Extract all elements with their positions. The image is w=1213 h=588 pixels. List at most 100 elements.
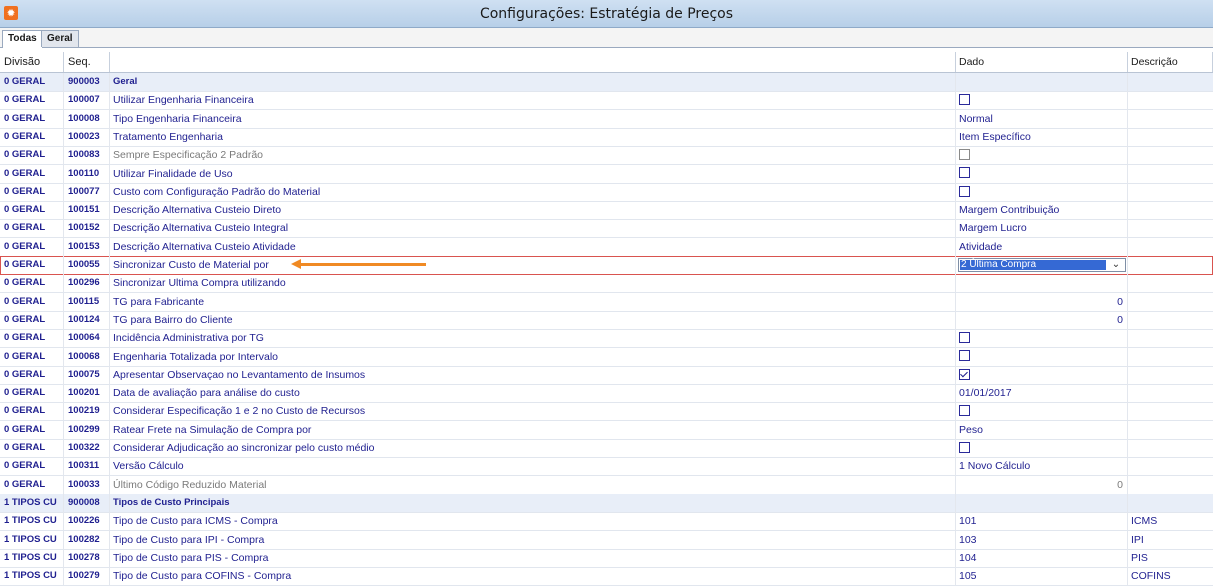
dado-cell[interactable]: Atividade	[956, 237, 1128, 256]
table-row[interactable]: 0 GERAL 100151 Descrição Alternativa Custe…	[0, 201, 1213, 221]
divisao-cell: 0 GERAL	[0, 457, 64, 476]
table-row[interactable]: 0 GERAL 100296 Sincronizar Ultima Compra u…	[0, 274, 1213, 294]
dado-cell[interactable]: 01/01/2017	[956, 384, 1128, 403]
group-row[interactable]: 0 GERAL 900003 Geral	[0, 73, 1213, 92]
descricao-cell: Sincronizar Custo de Material por	[110, 256, 956, 274]
descricao-cell: Descrição Alternativa Custeio Atividade	[110, 237, 956, 256]
seq-cell: 100153	[64, 237, 110, 256]
table-row[interactable]: 0 GERAL 100322 Considerar Adjudicação ao s…	[0, 439, 1213, 458]
divisao-cell: 0 GERAL	[0, 439, 64, 457]
sync-cost-dropdown[interactable]: 2 Última Compra ⌄	[958, 258, 1126, 272]
dado-cell[interactable]: Peso	[956, 420, 1128, 439]
dado-cell[interactable]: 1 Novo Cálculo	[956, 457, 1128, 476]
dado-cell[interactable]: Margem Contribuição	[956, 201, 1128, 220]
descricao-2-cell: ICMS	[1131, 515, 1158, 528]
divisao-cell: 0 GERAL	[0, 91, 64, 110]
checkbox[interactable]	[959, 405, 970, 417]
table-row[interactable]: 0 GERAL 100075 Apresentar Observaçao no Le…	[0, 365, 1213, 385]
table-row[interactable]: 0 GERAL 100008 Tipo Engenharia Financeira N…	[0, 109, 1213, 129]
descricao-2-cell	[1128, 91, 1213, 109]
dado-cell[interactable]	[956, 274, 1128, 293]
dado-cell[interactable]: Margem Lucro	[956, 219, 1128, 238]
table-row[interactable]: 0 GERAL 100124 TG para Bairro do Cliente 0	[0, 310, 1213, 330]
table-row[interactable]: 0 GERAL 100007 Utilizar Engenharia Finance…	[0, 91, 1213, 111]
checkbox[interactable]	[959, 441, 970, 453]
dado-cell[interactable]: 104	[956, 548, 1128, 567]
table-row[interactable]: 0 GERAL 100311 Versão Cálculo 1 Novo Cálcul…	[0, 457, 1213, 477]
dado-cell[interactable]	[956, 91, 1128, 110]
divisao-cell: 0 GERAL	[0, 201, 64, 220]
checkbox[interactable]	[959, 167, 970, 179]
descricao-cell: Data de avaliação para análise do custo	[110, 384, 956, 403]
dado-cell[interactable]	[956, 347, 1128, 366]
dado-cell[interactable]	[956, 402, 1128, 421]
table-row[interactable]: 0 GERAL 100201 Data de avaliação para anál…	[0, 384, 1213, 404]
divisao-cell: 0 GERAL	[0, 109, 64, 128]
table-row[interactable]: 0 GERAL 100023 Tratamento Engenharia Item E…	[0, 127, 1213, 147]
checkbox[interactable]	[959, 331, 970, 343]
dado-cell[interactable]: Item Específico	[956, 127, 1128, 146]
seq-cell: 100110	[64, 164, 110, 183]
tab-geral[interactable]: Geral	[41, 30, 79, 47]
column-header-dado[interactable]: Dado	[956, 52, 1128, 72]
table-row[interactable]: 0 GERAL 100153 Descrição Alternativa Custe…	[0, 237, 1213, 257]
table-row[interactable]: 1 TIPOS CU 100278 Tipo de Custo para PIS -…	[0, 548, 1213, 568]
descricao-2-cell	[1128, 457, 1213, 475]
descricao-2-cell	[1128, 183, 1213, 201]
dado-cell[interactable]: 105	[956, 567, 1128, 586]
column-header-descricao[interactable]	[110, 52, 956, 72]
group-row[interactable]: 1 TIPOS CU 900008 Tipos de Custo Principai…	[0, 493, 1213, 513]
seq-cell: 900008	[64, 493, 110, 512]
table-row[interactable]: 0 GERAL 100110 Utilizar Finalidade de Uso	[0, 164, 1213, 184]
table-row[interactable]: 0 GERAL 100033 Último Código Reduzido Mate…	[0, 475, 1213, 495]
descricao-cell: Tipo de Custo para ICMS - Compra	[110, 512, 956, 531]
checkbox[interactable]	[959, 350, 970, 362]
descricao-cell: Apresentar Observaçao no Levantamento de…	[110, 365, 956, 384]
dado-cell[interactable]: 0	[956, 310, 1128, 329]
dado-cell[interactable]: 101	[956, 512, 1128, 531]
checkbox-checked[interactable]	[959, 368, 970, 380]
dado-cell[interactable]	[956, 365, 1128, 384]
dado-cell[interactable]	[956, 182, 1128, 201]
seq-cell: 100023	[64, 127, 110, 146]
chevron-down-icon[interactable]: ⌄	[1108, 259, 1124, 271]
table-row[interactable]: 0 GERAL 100152 Descrição Alternativa Custe…	[0, 219, 1213, 239]
checkbox[interactable]	[959, 185, 970, 197]
divisao-cell: 0 GERAL	[0, 384, 64, 403]
dado-cell[interactable]	[956, 164, 1128, 183]
dado-cell[interactable]	[956, 73, 1128, 91]
checkbox[interactable]	[959, 94, 970, 106]
table-row[interactable]: 0 GERAL 100219 Considerar Especificação 1 …	[0, 402, 1213, 422]
checkbox[interactable]	[959, 148, 970, 160]
table-row[interactable]: 0 GERAL 100115 TG para Fabricante 0	[0, 292, 1213, 312]
dado-cell[interactable]	[956, 146, 1128, 165]
dado-cell[interactable]	[956, 439, 1128, 457]
seq-cell: 100219	[64, 402, 110, 421]
table-row[interactable]: 1 TIPOS CU 100279 Tipo de Custo para COFIN…	[0, 567, 1213, 587]
descricao-cell: Descrição Alternativa Custeio Integral	[110, 219, 956, 238]
grid-header: Divisão Seq. Dado Descrição	[0, 52, 1213, 73]
seq-cell: 100311	[64, 457, 110, 476]
table-row[interactable]: 0 GERAL 100055 Sincronizar Custo de Materi…	[0, 256, 1213, 275]
dado-cell[interactable]: 103	[956, 530, 1128, 549]
dado-cell[interactable]: 0	[956, 475, 1128, 494]
table-row[interactable]: 0 GERAL 100077 Custo com Configuração Padr…	[0, 182, 1213, 202]
column-header-descricao-2[interactable]: Descrição	[1128, 52, 1213, 72]
tab-todas[interactable]: Todas	[2, 30, 43, 48]
dado-cell[interactable]	[956, 329, 1128, 348]
table-row[interactable]: 0 GERAL 100064 Incidência Administrativa p…	[0, 329, 1213, 349]
column-header-seq[interactable]: Seq.	[64, 52, 110, 72]
dado-cell[interactable]: 0	[956, 292, 1128, 311]
table-row[interactable]: 0 GERAL 100068 Engenharia Totalizada por I…	[0, 347, 1213, 367]
table-row[interactable]: 1 TIPOS CU 100282 Tipo de Custo para IPI -…	[0, 530, 1213, 550]
divisao-cell: 0 GERAL	[0, 292, 64, 311]
seq-cell: 900003	[64, 73, 110, 91]
table-row[interactable]: 0 GERAL 100083 Sempre Especificação 2 Padr…	[0, 146, 1213, 166]
divisao-cell: 0 GERAL	[0, 310, 64, 329]
dado-cell[interactable]	[956, 493, 1128, 512]
descricao-cell: Sempre Especificação 2 Padrão	[110, 146, 956, 165]
table-row[interactable]: 1 TIPOS CU 100226 Tipo de Custo para ICMS …	[0, 512, 1213, 532]
dado-cell[interactable]: Normal	[956, 109, 1128, 128]
column-header-divisao[interactable]: Divisão	[0, 52, 64, 72]
table-row[interactable]: 0 GERAL 100299 Ratear Frete na Simulação d…	[0, 420, 1213, 440]
